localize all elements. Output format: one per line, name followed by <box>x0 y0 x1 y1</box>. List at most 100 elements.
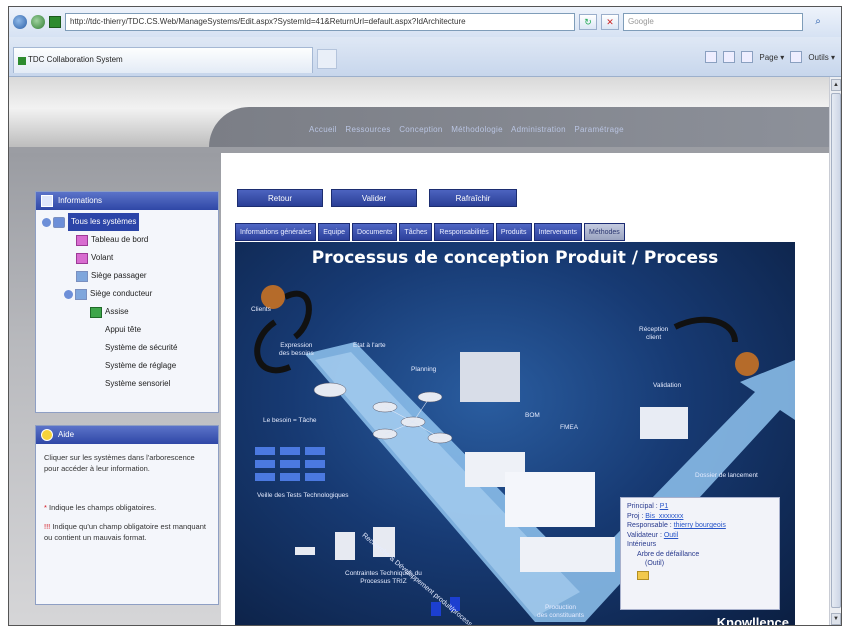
search-input[interactable]: Google <box>623 13 803 31</box>
top-navigation: Accueil Ressources Conception Méthodolog… <box>309 125 630 134</box>
tree-item-all-systems[interactable]: Tous les systèmes <box>42 213 218 231</box>
required-note: * Indique les champs obligatoires. <box>44 502 210 513</box>
system-icon <box>90 306 102 318</box>
print-icon[interactable] <box>741 51 754 63</box>
tree-item-label: Siège passager <box>91 271 147 280</box>
tree-item-label: Siège conducteur <box>90 289 153 298</box>
nav-item-conception[interactable]: Conception <box>399 125 442 134</box>
new-tab-button[interactable] <box>317 49 337 69</box>
info-row: Validateur : Outil <box>627 531 679 539</box>
header-banner: Accueil Ressources Conception Méthodolog… <box>9 77 841 147</box>
tools-icon <box>790 51 803 63</box>
forward-icon[interactable] <box>31 15 45 29</box>
info-panel-title: Informations <box>58 196 103 205</box>
system-icon <box>75 288 87 300</box>
tab-documents[interactable]: Documents <box>352 223 398 241</box>
tab-responsabilites[interactable]: Responsabilités <box>434 223 494 241</box>
stop-icon[interactable]: ✕ <box>601 14 619 30</box>
label-fmea: FMEA <box>560 424 579 431</box>
nav-item-administration[interactable]: Administration <box>511 125 566 134</box>
client-reception-icon <box>735 352 759 376</box>
help-icon <box>41 429 53 441</box>
label-validation: Validation <box>653 382 682 389</box>
browser-tab[interactable]: TDC Collaboration System <box>13 47 313 73</box>
tab-informations-generales[interactable]: Informations générales <box>235 223 317 241</box>
nav-item-parametrage[interactable]: Paramétrage <box>574 125 624 134</box>
info-row[interactable]: Arbre de défaillance <box>627 550 773 560</box>
tree-item-siege-passager[interactable]: Siège passager <box>42 267 218 285</box>
validateur-link[interactable]: Outil <box>664 532 678 539</box>
tree-item-systeme-securite[interactable]: Système de sécurité <box>42 339 218 357</box>
command-bar: Page ▾ Outils ▾ <box>705 51 835 63</box>
help-panel-title: Aide <box>58 430 75 439</box>
validate-button[interactable]: Valider <box>331 189 417 207</box>
info-row: Responsable : thierry bourgeois <box>627 522 726 529</box>
refresh-button[interactable]: Rafraîchir <box>429 189 517 207</box>
tab-taches[interactable]: Tâches <box>399 223 433 241</box>
browser-tab-row: TDC Collaboration System Page ▾ Outils ▾ <box>9 37 841 77</box>
help-panel-header: Aide <box>36 426 218 444</box>
search-go-icon[interactable]: ⌕ <box>807 14 829 30</box>
tab-intervenants[interactable]: Intervenants <box>533 223 583 241</box>
label-veille: Veille des Tests Technologiques <box>257 492 349 499</box>
label-bom: BOM <box>525 412 540 419</box>
tree-item-systeme-reglage[interactable]: Système de réglage <box>42 357 218 375</box>
vertical-scrollbar[interactable]: ▲ ▼ <box>829 77 841 625</box>
tree-item-label: Volant <box>91 253 114 262</box>
label-reception-client: Réception client <box>639 326 669 341</box>
url-input[interactable]: http://tdc-thierry/TDC.CS.Web/ManageSyst… <box>65 13 575 31</box>
responsable-link[interactable]: thierry bourgeois <box>674 522 726 529</box>
label-expression-besoins: Expression des besoins <box>279 342 314 357</box>
tree-item-assise[interactable]: Assise <box>42 303 218 321</box>
label-clients: Clients <box>251 306 271 313</box>
tab-equipe[interactable]: Equipe <box>318 223 351 241</box>
tree-item-label: Système de sécurité <box>105 343 178 352</box>
invalid-note: !!! Indique qu'un champ obligatoire est … <box>44 521 210 543</box>
scroll-down-icon[interactable]: ▼ <box>831 613 841 625</box>
back-icon[interactable] <box>13 15 27 29</box>
info-row: Principal : P1 <box>627 503 669 510</box>
label-dossier-lancement: Dossier de lancement <box>695 472 758 479</box>
tools-menu[interactable]: Outils ▾ <box>808 53 835 62</box>
tab-methodes[interactable]: Méthodes <box>584 223 625 241</box>
process-diagram: Processus de conception Produit / Proces… <box>235 242 795 625</box>
tab-favicon-icon <box>18 57 26 65</box>
nav-item-ressources[interactable]: Ressources <box>345 125 390 134</box>
help-panel: Aide Cliquer sur les systèmes dans l'arb… <box>35 425 219 605</box>
page-menu[interactable]: Page ▾ <box>759 53 784 62</box>
tree-expand-icon[interactable] <box>42 217 51 227</box>
tab-produits[interactable]: Produits <box>495 223 532 241</box>
nav-item-accueil[interactable]: Accueil <box>309 125 337 134</box>
system-icon <box>76 270 88 282</box>
tree-expand-icon[interactable] <box>64 289 73 299</box>
tree-item-volant[interactable]: Volant <box>42 249 218 267</box>
folder-icon[interactable] <box>637 570 649 580</box>
info-row: Intérieurs <box>627 541 657 548</box>
diagram-title: Processus de conception Produit / Proces… <box>311 248 719 268</box>
tree-item-label: Assise <box>105 307 129 316</box>
label-planning: Planning <box>411 366 437 373</box>
feeds-icon[interactable] <box>723 51 736 63</box>
info-row: (Outil) <box>645 560 665 567</box>
tree-item-appui-tete[interactable]: Appui tête <box>42 321 218 339</box>
label-contraintes: Contraintes Techniques du Processus TRIZ <box>345 570 422 585</box>
browser-window: http://tdc-thierry/TDC.CS.Web/ManageSyst… <box>8 6 842 626</box>
browser-tab-title: TDC Collaboration System <box>28 55 123 64</box>
tree-item-tableau-de-bord[interactable]: Tableau de bord <box>42 231 218 249</box>
scroll-up-icon[interactable]: ▲ <box>831 79 841 91</box>
back-button[interactable]: Retour <box>237 189 323 207</box>
method-info-card: Principal : P1 Proj : Bis_xxxxxxx Respon… <box>620 497 780 610</box>
system-icon <box>76 234 88 246</box>
refresh-icon[interactable]: ↻ <box>579 14 597 30</box>
home-icon[interactable] <box>705 51 718 63</box>
scroll-thumb[interactable] <box>831 93 841 608</box>
tree-item-label: Tableau de bord <box>91 235 149 244</box>
info-row: Proj : Bis_xxxxxxx <box>627 512 684 520</box>
tree-item-systeme-sensoriel[interactable]: Système sensoriel <box>42 375 218 393</box>
nav-item-methodologie[interactable]: Méthodologie <box>451 125 503 134</box>
system-tree: Tous les systèmes Tableau de bord Volant… <box>36 210 218 399</box>
info-panel-icon <box>41 195 53 207</box>
label-etat-art: Etat à l'arte <box>353 342 386 349</box>
tree-item-siege-conducteur[interactable]: Siège conducteur <box>42 285 218 303</box>
tab-strip: Informations générales Equipe Documents … <box>235 223 625 241</box>
